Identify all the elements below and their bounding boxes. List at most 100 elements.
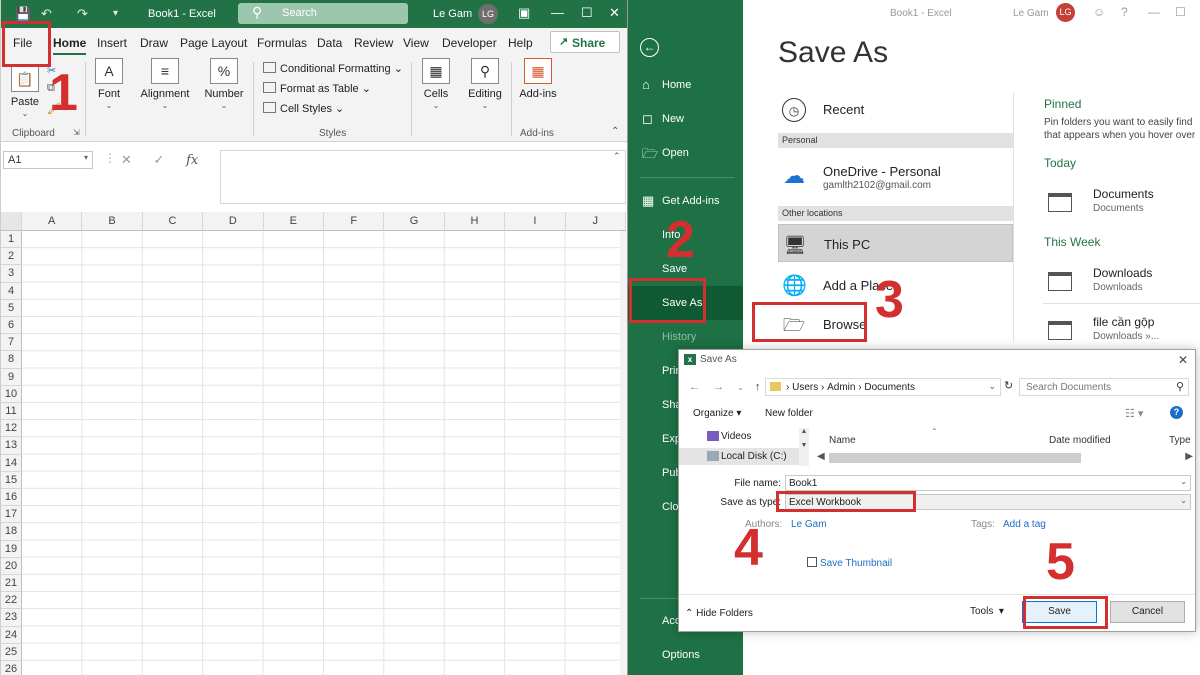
search-box[interactable]: ⚲ Search [238, 3, 408, 24]
row-header[interactable]: 18 [1, 523, 22, 541]
dialog-launcher-icon[interactable]: ⇲ [73, 128, 80, 137]
customize-qat-icon[interactable]: ▾ [113, 8, 118, 19]
row-header[interactable]: 24 [1, 626, 22, 644]
row-header[interactable]: 2 [1, 248, 22, 266]
tab-draw[interactable]: Draw [140, 36, 168, 50]
breadcrumb-admin[interactable]: Admin [827, 382, 855, 393]
row-header[interactable]: 14 [1, 454, 22, 472]
row-header[interactable]: 11 [1, 403, 22, 421]
ribbon-display-icon[interactable]: ▣ [518, 5, 530, 21]
scroll-right-icon[interactable]: ▶ [1185, 451, 1193, 462]
maximize-icon[interactable]: ☐ [1175, 5, 1186, 19]
search-documents-input[interactable]: Search Documents ⚲ [1019, 378, 1189, 396]
cell-styles-button[interactable]: Cell Styles ⌄ [263, 102, 344, 115]
row-header[interactable]: 25 [1, 643, 22, 661]
row-header[interactable]: 12 [1, 420, 22, 438]
format-as-table-button[interactable]: Format as Table ⌄ [263, 82, 371, 95]
tab-review[interactable]: Review [354, 36, 393, 50]
row-header[interactable]: 13 [1, 437, 22, 455]
back-arrow-icon[interactable]: ← [640, 38, 659, 57]
column-header[interactable]: E [263, 212, 324, 231]
row-header[interactable]: 4 [1, 282, 22, 300]
insert-function-icon[interactable]: fx [186, 153, 198, 168]
tab-view[interactable]: View [403, 36, 429, 50]
tab-home[interactable]: Home [53, 36, 87, 55]
row-header[interactable]: 1 [1, 231, 22, 249]
share-button[interactable]: ↗ Share [550, 31, 620, 53]
redo-icon[interactable]: ↷ [77, 6, 88, 22]
feedback-icon[interactable]: ☺ [1093, 5, 1105, 19]
editing-button[interactable]: ⚲ Editing ⌄ [466, 58, 504, 110]
save-thumbnail-checkbox[interactable]: Save Thumbnail [807, 557, 892, 569]
column-header[interactable]: J [565, 212, 626, 231]
folder-documents[interactable]: Documents Documents [1048, 186, 1200, 226]
name-box[interactable]: A1 ▾ [3, 151, 93, 169]
row-header[interactable]: 7 [1, 334, 22, 352]
formula-input[interactable] [220, 150, 626, 204]
recent-locations-icon[interactable]: ⌄ [737, 383, 744, 392]
nav-new[interactable]: ◻ New [628, 102, 743, 136]
tab-help[interactable]: Help [508, 36, 533, 50]
nav-home[interactable]: ⌂ Home [628, 68, 743, 102]
address-bar[interactable]: › Users › Admin › Documents ⌄ [765, 378, 1001, 396]
cell-area[interactable] [22, 231, 622, 675]
column-header[interactable]: A [22, 212, 83, 231]
row-header[interactable]: 5 [1, 299, 22, 317]
row-header[interactable]: 6 [1, 317, 22, 335]
help-icon[interactable]: ? [1121, 5, 1128, 19]
chevron-down-icon[interactable]: ⌄ [1180, 477, 1187, 486]
folder-file-can-gop[interactable]: file cần gộp Downloads »... [1048, 314, 1200, 354]
nav-options[interactable]: Options [628, 638, 743, 672]
row-header[interactable]: 10 [1, 385, 22, 403]
font-button[interactable]: A Font ⌄ [92, 58, 126, 110]
row-header[interactable]: 8 [1, 351, 22, 369]
collapse-formula-icon[interactable]: ⌃ [613, 151, 621, 162]
maximize-icon[interactable]: ☐ [581, 5, 593, 21]
location-recent[interactable]: ◷ Recent [778, 90, 1013, 130]
scroll-left-icon[interactable]: ◀ [817, 451, 825, 462]
cancel-button[interactable]: Cancel [1110, 601, 1185, 623]
breadcrumb-users[interactable]: Users [792, 382, 818, 393]
up-arrow-icon[interactable]: ↑ [755, 381, 761, 393]
row-header[interactable]: 21 [1, 575, 22, 593]
row-header[interactable]: 23 [1, 609, 22, 627]
undo-icon[interactable]: ↶ [41, 6, 52, 22]
column-name[interactable]: Name [829, 435, 856, 446]
file-name-input[interactable]: Book1 ⌄ [785, 475, 1191, 491]
column-date-modified[interactable]: Date modified [1049, 435, 1111, 446]
column-header[interactable]: D [203, 212, 264, 231]
column-header[interactable]: I [505, 212, 566, 231]
breadcrumb-documents[interactable]: Documents [864, 382, 915, 393]
organize-menu[interactable]: Organize ▾ [693, 408, 741, 419]
row-header[interactable]: 9 [1, 368, 22, 386]
tab-data[interactable]: Data [317, 36, 342, 50]
column-header[interactable]: F [324, 212, 385, 231]
tab-developer[interactable]: Developer [442, 36, 497, 50]
column-header[interactable]: C [142, 212, 204, 231]
hide-folders-button[interactable]: ⌃ Hide Folders [685, 608, 753, 619]
row-header[interactable]: 22 [1, 592, 22, 610]
new-folder-button[interactable]: New folder [765, 408, 813, 419]
cancel-icon[interactable]: ✕ [121, 152, 132, 167]
tree-scrollbar[interactable]: ▲ ▼ [799, 428, 809, 466]
column-header[interactable]: B [82, 212, 143, 231]
vertical-scrollbar[interactable] [620, 231, 627, 675]
row-header[interactable]: 16 [1, 489, 22, 507]
tab-insert[interactable]: Insert [97, 36, 127, 50]
minimize-icon[interactable]: — [1148, 5, 1160, 19]
scroll-thumb[interactable] [829, 453, 1081, 463]
view-options-icon[interactable]: ☷ ▾ [1125, 407, 1143, 420]
back-arrow-icon[interactable]: ← [689, 381, 700, 393]
enter-icon[interactable]: ✓ [154, 152, 165, 167]
avatar[interactable]: LG [1056, 3, 1075, 22]
collapse-ribbon-icon[interactable]: ⌃ [611, 126, 619, 137]
number-button[interactable]: % Number ⌄ [203, 58, 245, 110]
column-type[interactable]: Type [1169, 435, 1191, 446]
nav-open[interactable]: 🗁 Open [628, 136, 743, 170]
cells-button[interactable]: ▦ Cells ⌄ [421, 58, 451, 110]
authors-value[interactable]: Le Gam [791, 519, 827, 530]
refresh-icon[interactable]: ↻ [1004, 379, 1013, 392]
tree-item-videos[interactable]: Videos [679, 428, 799, 445]
column-header[interactable]: H [444, 212, 506, 231]
tools-menu[interactable]: Tools ▾ [970, 606, 1004, 617]
